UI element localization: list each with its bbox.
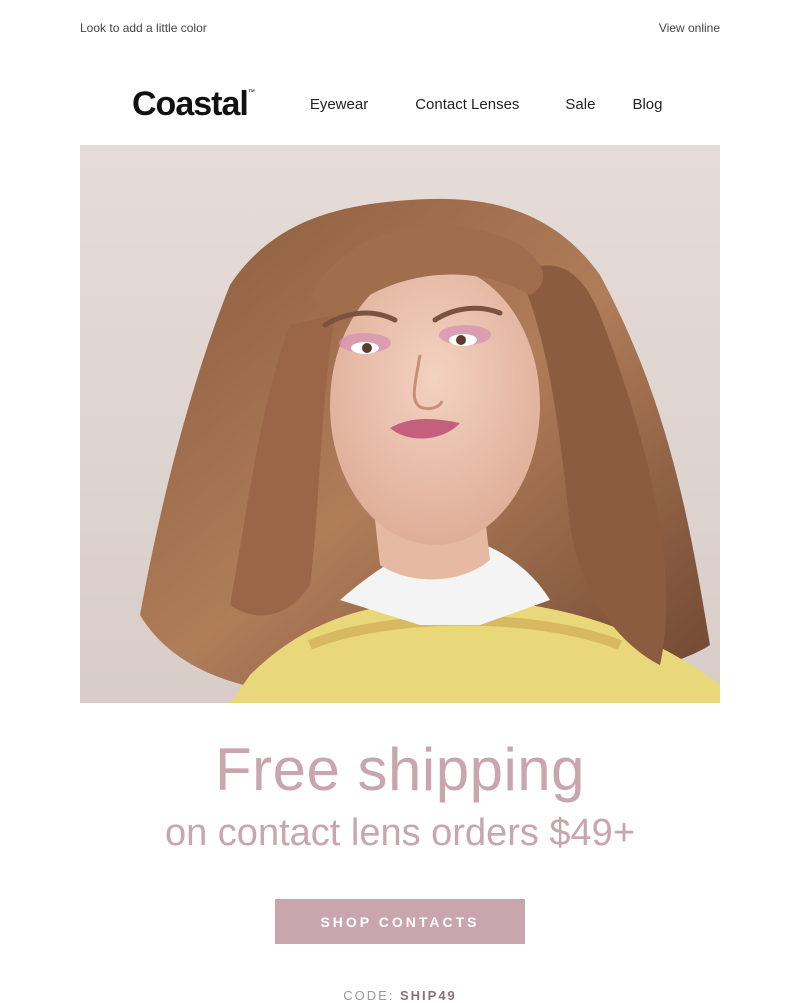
shop-contacts-button[interactable]: SHOP CONTACTS	[275, 899, 525, 944]
nav-item-sale[interactable]: Sale	[565, 96, 595, 113]
nav-item-eyewear[interactable]: Eyewear	[310, 96, 368, 113]
nav-item-blog[interactable]: Blog	[632, 96, 662, 113]
logo-text: Coastal	[132, 84, 249, 123]
trademark-mark: ™	[247, 88, 255, 96]
preheader-text: Look to add a little color	[80, 21, 207, 35]
promo-headline: Free shipping	[214, 736, 586, 803]
promo-code-value: SHIP49	[399, 988, 457, 1003]
promo-subhead: on contact lens orders $49+	[164, 812, 636, 854]
promo-code: CODE: SHIP49	[0, 988, 800, 1003]
header: Coastal ™ Eyewear Contact Lenses Sale Blo…	[80, 76, 720, 132]
promo-code-label: CODE:	[343, 988, 395, 1003]
hero-image[interactable]	[80, 145, 720, 703]
view-online-link[interactable]: View online	[659, 21, 720, 35]
main-nav: Eyewear Contact Lenses Sale Blog	[310, 96, 663, 113]
hero-portrait-illustration	[140, 198, 720, 703]
coastal-logo[interactable]: Coastal ™	[132, 84, 255, 124]
nav-item-contact-lenses[interactable]: Contact Lenses	[415, 96, 519, 113]
preheader: Look to add a little color View online	[80, 0, 720, 56]
